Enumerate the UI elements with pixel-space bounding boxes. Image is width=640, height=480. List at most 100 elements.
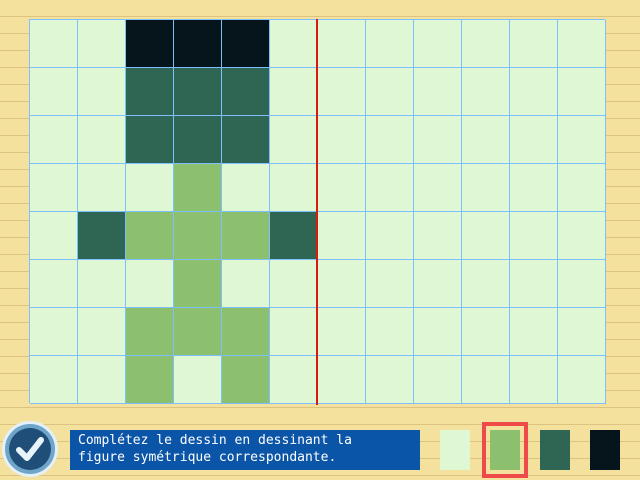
grid-cell[interactable] xyxy=(78,356,126,404)
grid-cell[interactable] xyxy=(558,260,606,308)
grid-cell[interactable] xyxy=(318,356,366,404)
grid-cell[interactable] xyxy=(366,164,414,212)
grid-cell[interactable] xyxy=(30,116,78,164)
grid-cell[interactable] xyxy=(174,20,222,68)
grid-cell[interactable] xyxy=(414,260,462,308)
grid-cell[interactable] xyxy=(30,308,78,356)
grid-cell[interactable] xyxy=(414,212,462,260)
grid-cell[interactable] xyxy=(78,116,126,164)
grid-cell[interactable] xyxy=(126,212,174,260)
grid-cell[interactable] xyxy=(366,308,414,356)
ok-button[interactable] xyxy=(2,421,58,477)
grid-cell[interactable] xyxy=(78,68,126,116)
grid-cell[interactable] xyxy=(270,260,318,308)
grid-cell[interactable] xyxy=(318,116,366,164)
grid-cell[interactable] xyxy=(558,212,606,260)
black-swatch[interactable] xyxy=(590,430,620,470)
grid-cell[interactable] xyxy=(366,20,414,68)
grid-cell[interactable] xyxy=(126,356,174,404)
grid-cell[interactable] xyxy=(558,164,606,212)
grid-cell[interactable] xyxy=(366,212,414,260)
grid-cell[interactable] xyxy=(558,68,606,116)
grid-cell[interactable] xyxy=(222,212,270,260)
grid-cell[interactable] xyxy=(174,308,222,356)
grid-cell[interactable] xyxy=(462,356,510,404)
grid-cell[interactable] xyxy=(78,20,126,68)
grid-cell[interactable] xyxy=(30,164,78,212)
grid-cell[interactable] xyxy=(510,164,558,212)
grid-cell[interactable] xyxy=(414,164,462,212)
grid-cell[interactable] xyxy=(78,308,126,356)
grid-cell[interactable] xyxy=(126,116,174,164)
grid-cell[interactable] xyxy=(558,356,606,404)
grid-cell[interactable] xyxy=(270,308,318,356)
grid-cell[interactable] xyxy=(318,20,366,68)
grid-cell[interactable] xyxy=(462,68,510,116)
grid-cell[interactable] xyxy=(366,68,414,116)
grid-cell[interactable] xyxy=(510,308,558,356)
grid-cell[interactable] xyxy=(126,260,174,308)
grid-cell[interactable] xyxy=(414,308,462,356)
grid-cell[interactable] xyxy=(222,20,270,68)
grid-cell[interactable] xyxy=(318,68,366,116)
grid-cell[interactable] xyxy=(318,308,366,356)
grid-cell[interactable] xyxy=(30,212,78,260)
grid-cell[interactable] xyxy=(462,260,510,308)
grid-cell[interactable] xyxy=(270,164,318,212)
grid-cell[interactable] xyxy=(126,308,174,356)
grid-cell[interactable] xyxy=(366,116,414,164)
grid-cell[interactable] xyxy=(558,116,606,164)
grid-cell[interactable] xyxy=(414,356,462,404)
grid-cell[interactable] xyxy=(462,164,510,212)
grid-cell[interactable] xyxy=(30,20,78,68)
grid-cell[interactable] xyxy=(270,116,318,164)
grid-cell[interactable] xyxy=(174,260,222,308)
grid-cell[interactable] xyxy=(30,260,78,308)
grid-cell[interactable] xyxy=(462,20,510,68)
grid-cell[interactable] xyxy=(222,68,270,116)
grid-cell[interactable] xyxy=(414,116,462,164)
light-cream-swatch[interactable] xyxy=(440,430,470,470)
grid-cell[interactable] xyxy=(126,68,174,116)
grid-cell[interactable] xyxy=(558,308,606,356)
grid-cell[interactable] xyxy=(510,356,558,404)
grid-cell[interactable] xyxy=(510,116,558,164)
grid-cell[interactable] xyxy=(174,212,222,260)
grid-cell[interactable] xyxy=(78,212,126,260)
grid-cell[interactable] xyxy=(462,308,510,356)
grid-cell[interactable] xyxy=(510,20,558,68)
light-green-swatch[interactable] xyxy=(482,422,528,478)
grid-cell[interactable] xyxy=(174,356,222,404)
grid-cell[interactable] xyxy=(414,20,462,68)
grid-cell[interactable] xyxy=(222,116,270,164)
grid-cell[interactable] xyxy=(366,260,414,308)
grid-cell[interactable] xyxy=(174,68,222,116)
grid-cell[interactable] xyxy=(318,260,366,308)
grid-cell[interactable] xyxy=(222,356,270,404)
grid-cell[interactable] xyxy=(462,212,510,260)
grid-cell[interactable] xyxy=(174,164,222,212)
grid-cell[interactable] xyxy=(462,116,510,164)
grid-cell[interactable] xyxy=(126,164,174,212)
grid-cell[interactable] xyxy=(510,212,558,260)
grid-cell[interactable] xyxy=(510,260,558,308)
grid-cell[interactable] xyxy=(366,356,414,404)
grid-cell[interactable] xyxy=(222,260,270,308)
grid-cell[interactable] xyxy=(270,20,318,68)
grid-cell[interactable] xyxy=(222,308,270,356)
grid-cell[interactable] xyxy=(414,68,462,116)
grid-cell[interactable] xyxy=(270,68,318,116)
grid-cell[interactable] xyxy=(30,68,78,116)
grid-cell[interactable] xyxy=(270,356,318,404)
grid-cell[interactable] xyxy=(318,164,366,212)
dark-green-swatch[interactable] xyxy=(540,430,570,470)
grid-cell[interactable] xyxy=(558,20,606,68)
grid-cell[interactable] xyxy=(174,116,222,164)
grid-cell[interactable] xyxy=(126,20,174,68)
grid-cell[interactable] xyxy=(510,68,558,116)
grid-cell[interactable] xyxy=(30,356,78,404)
grid-cell[interactable] xyxy=(78,260,126,308)
grid-cell[interactable] xyxy=(78,164,126,212)
grid-cell[interactable] xyxy=(270,212,318,260)
grid-cell[interactable] xyxy=(222,164,270,212)
